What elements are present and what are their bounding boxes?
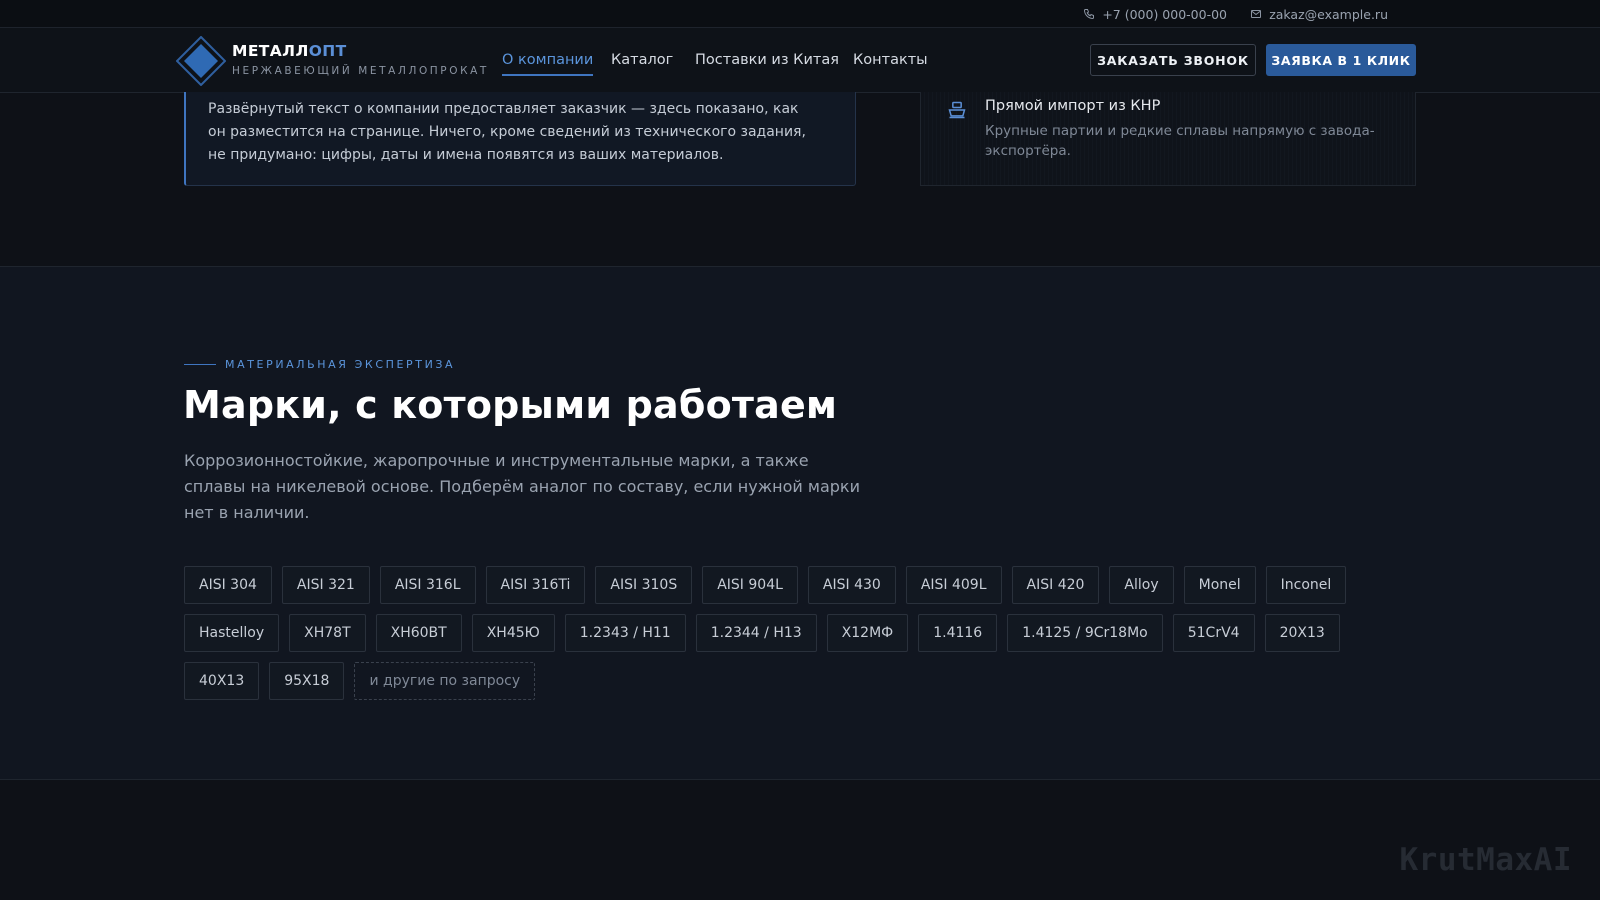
section-title: Марки, с которыми работаем [183, 383, 838, 427]
grade-chip[interactable]: 51CrV4 [1172, 614, 1255, 652]
grade-chip[interactable]: 1.4125 / 9Cr18Mo [1007, 614, 1163, 652]
grade-chip[interactable]: AISI 304 [184, 566, 272, 604]
import-title: Прямой импорт из КНР [985, 98, 1161, 114]
grade-chip[interactable]: AISI 316L [379, 566, 476, 604]
watermark: KrutMaxAI [1399, 842, 1572, 878]
nav-about[interactable]: О компании [502, 28, 594, 92]
nav-china-supply[interactable]: Поставки из Китая [695, 28, 839, 92]
logo-name-main: МЕТАЛЛ [232, 42, 309, 60]
topbar-phone[interactable]: +7 (000) 000-00-00 [1083, 0, 1227, 28]
grade-chip[interactable]: AISI 316Ti [485, 566, 586, 604]
site-header: МЕТАЛЛОПТ НЕРЖАВЕЮЩИЙ МЕТАЛЛОПРОКАТ О ко… [0, 28, 1600, 93]
grade-chip[interactable]: AISI 409L [905, 566, 1002, 604]
mail-icon [1251, 10, 1262, 18]
section-eyebrow: МАТЕРИАЛЬНАЯ ЭКСПЕРТИЗА [184, 358, 455, 371]
logo-name[interactable]: МЕТАЛЛОПТ [232, 42, 347, 60]
grade-chip[interactable]: AISI 430 [807, 566, 896, 604]
grade-chip[interactable]: AISI 420 [1011, 566, 1100, 604]
grade-chip[interactable]: 1.2343 / H11 [564, 614, 686, 652]
grade-chip-list: AISI 304 AISI 321 AISI 316L AISI 316Ti A… [184, 566, 1424, 700]
grade-chip[interactable]: ХН78Т [289, 614, 366, 652]
grade-chip[interactable]: ХН60ВТ [375, 614, 462, 652]
logo-name-accent: ОПТ [308, 42, 347, 60]
topbar-email[interactable]: zakaz@example.ru [1250, 0, 1388, 28]
phone-icon [1084, 9, 1095, 20]
grade-chip[interactable]: Hastelloy [184, 614, 280, 652]
grade-chip[interactable]: 95Х18 [269, 662, 345, 700]
import-description: Крупные партии и редкие сплавы напрямую … [985, 123, 1375, 159]
grade-chip[interactable]: 1.4116 [918, 614, 998, 652]
section-lead: Коррозионностойкие, жаропрочные и инстру… [184, 451, 860, 522]
top-bar: +7 (000) 000-00-00 zakaz@example.ru [0, 0, 1600, 28]
grade-chip[interactable]: ХН45Ю [471, 614, 555, 652]
order-call-button[interactable]: ЗАКАЗАТЬ ЗВОНОК [1090, 44, 1256, 76]
grade-chip[interactable]: AISI 904L [702, 566, 798, 604]
nav-catalog[interactable]: Каталог [611, 28, 673, 92]
import-feature-card: Прямой импорт из КНР Крупные партии и ре… [920, 92, 1416, 186]
logo-subtitle: НЕРЖАВЕЮЩИЙ МЕТАЛЛОПРОКАТ [232, 65, 489, 77]
eyebrow-line [184, 364, 216, 365]
ship-icon [948, 101, 966, 119]
nav-contacts[interactable]: Контакты [853, 28, 928, 92]
about-text: Развёрнутый текст о компании предоставля… [208, 101, 806, 163]
email-address[interactable]: zakaz@example.ru [1269, 7, 1388, 22]
logo-diamond-icon[interactable] [176, 36, 226, 86]
grade-chip[interactable]: Inconel [1265, 566, 1347, 604]
grade-chip[interactable]: 1.2344 / H13 [695, 614, 817, 652]
grade-chip[interactable]: AISI 310S [595, 566, 693, 604]
grade-chip[interactable]: Alloy [1109, 566, 1174, 604]
more-grades-chip[interactable]: и другие по запросу [354, 662, 536, 700]
phone-number[interactable]: +7 (000) 000-00-00 [1102, 7, 1227, 22]
grade-chip[interactable]: 40Х13 [184, 662, 260, 700]
one-click-order-button[interactable]: ЗАЯВКА В 1 КЛИК [1266, 44, 1416, 76]
grade-chip[interactable]: 20Х13 [1264, 614, 1340, 652]
grade-chip[interactable]: Х12МФ [826, 614, 909, 652]
eyebrow-text: МАТЕРИАЛЬНАЯ ЭКСПЕРТИЗА [225, 358, 456, 371]
about-card: Развёрнутый текст о компании предоставля… [184, 92, 856, 186]
grades-section: МАТЕРИАЛЬНАЯ ЭКСПЕРТИЗА Марки, с которым… [0, 266, 1600, 780]
grade-chip[interactable]: AISI 321 [281, 566, 370, 604]
grade-chip[interactable]: Monel [1183, 566, 1256, 604]
